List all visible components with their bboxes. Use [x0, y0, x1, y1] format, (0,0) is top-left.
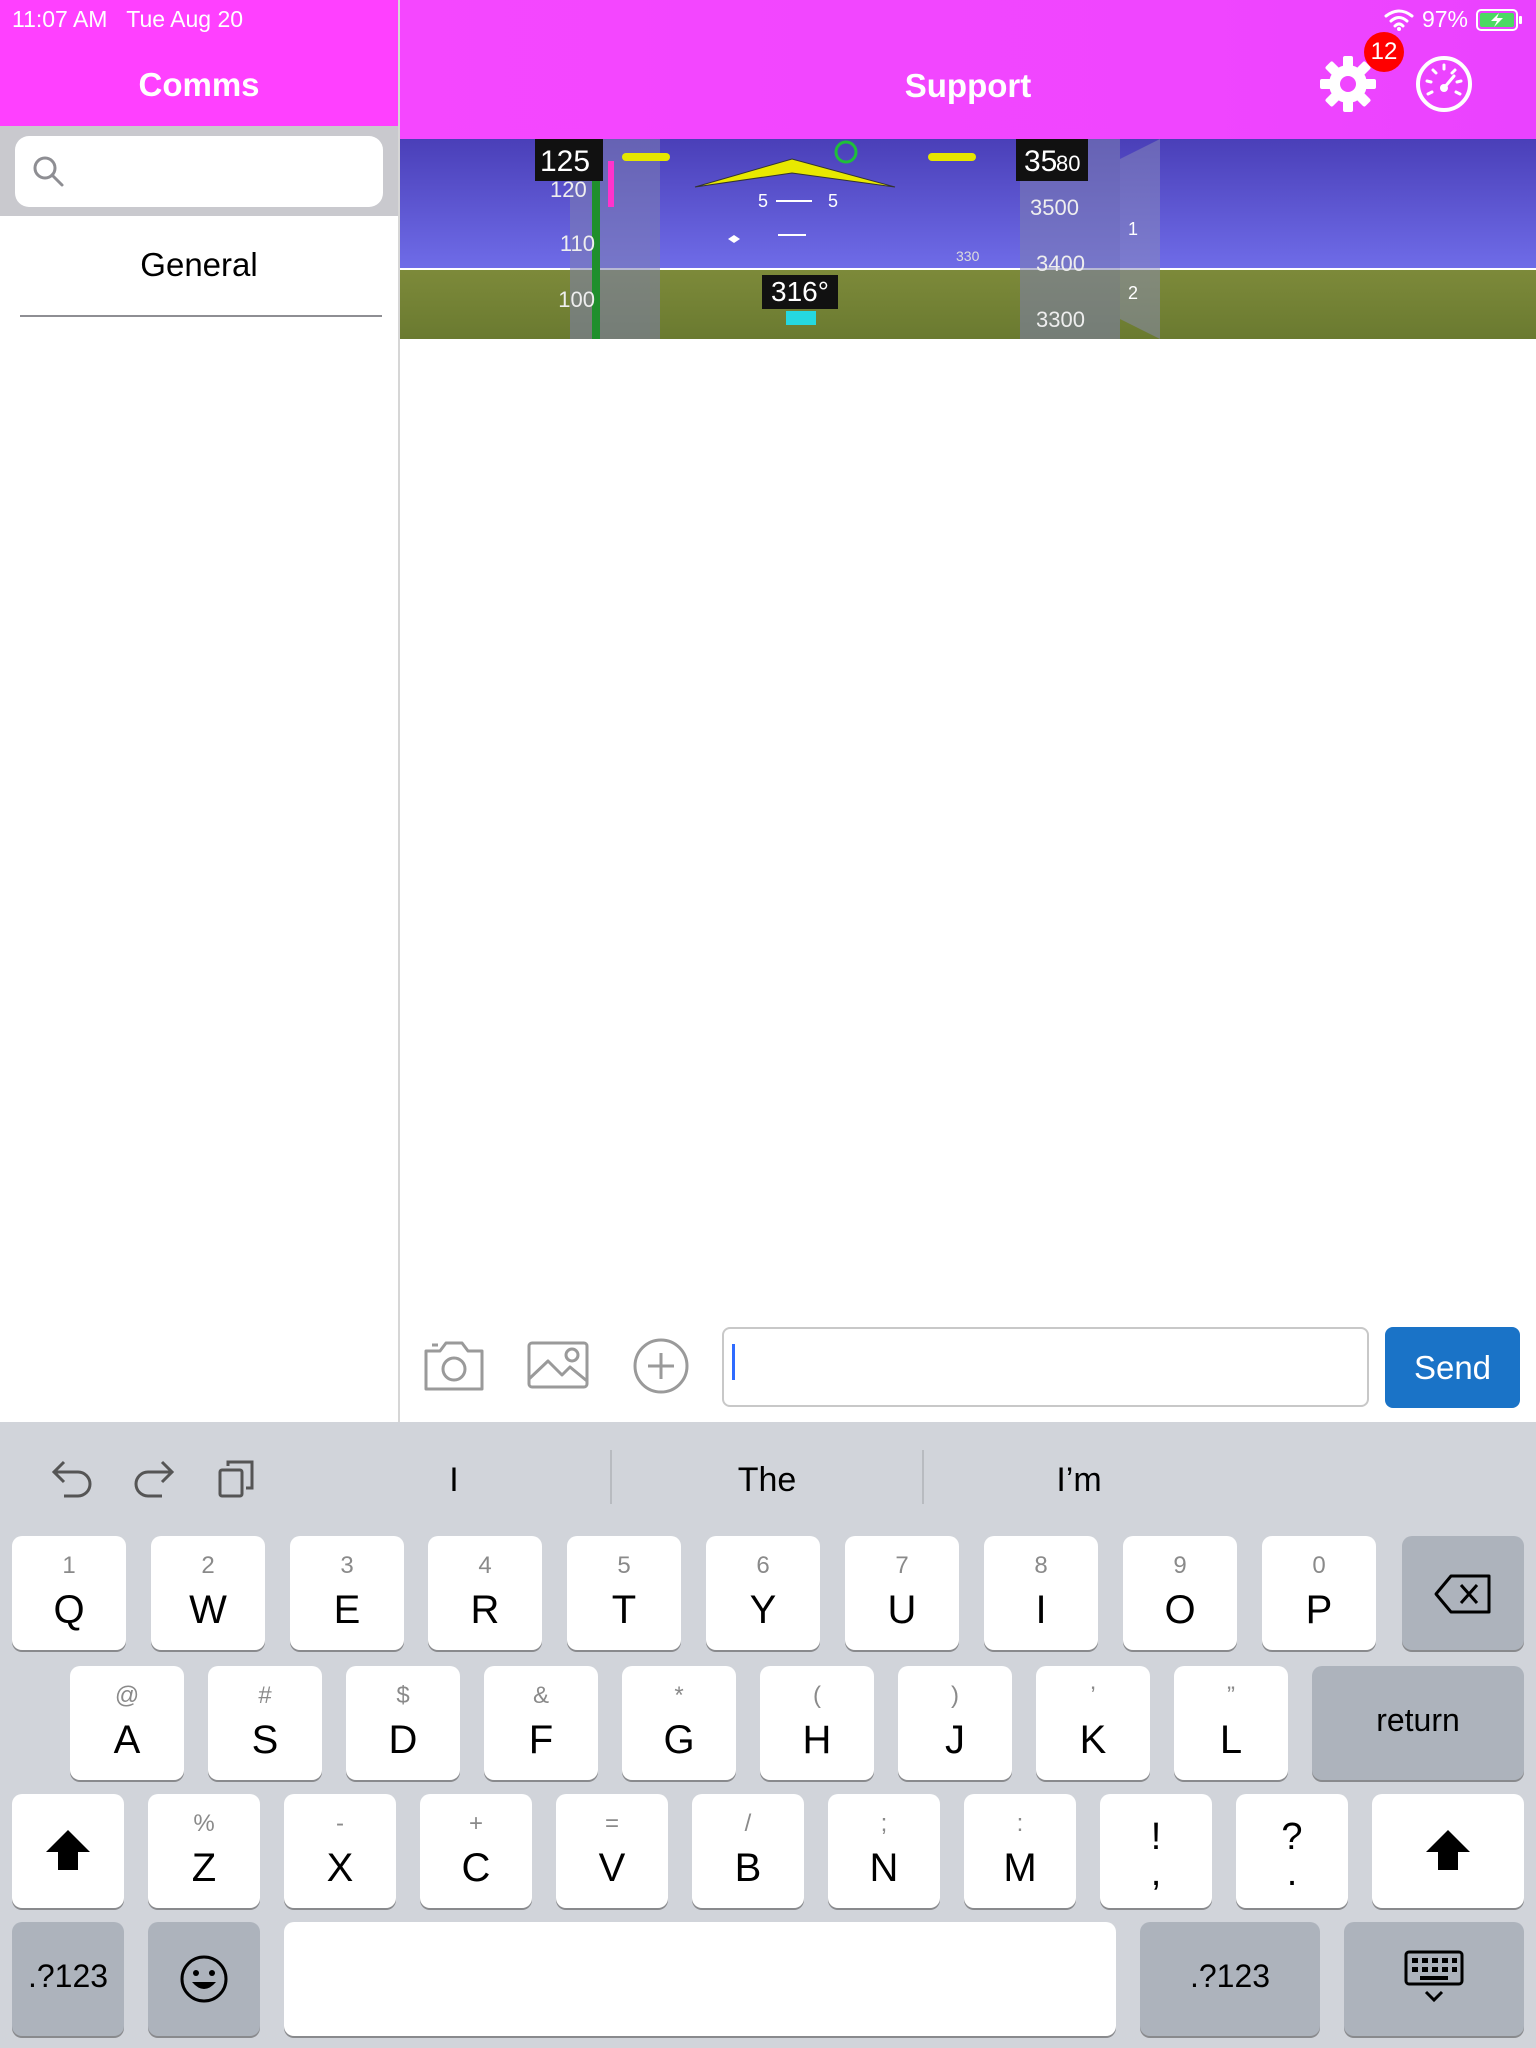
- delete-key[interactable]: [1402, 1536, 1524, 1650]
- channel-label: General: [140, 246, 258, 283]
- redo-icon[interactable]: [132, 1458, 180, 1498]
- key-e[interactable]: 3E: [290, 1536, 404, 1650]
- flight-display-video[interactable]: 125 120 110 100 5 5 316° 330 35 80 3500 …: [400, 139, 1536, 339]
- speed-tick-100: 100: [558, 287, 595, 312]
- prediction-bar: I The I’m: [0, 1422, 1536, 1538]
- key-v[interactable]: = V: [556, 1794, 668, 1908]
- key-q[interactable]: 1Q: [12, 1536, 126, 1650]
- search-input[interactable]: [77, 146, 367, 196]
- undo-icon[interactable]: [46, 1458, 94, 1498]
- space-bar[interactable]: [284, 1922, 1116, 2036]
- send-button[interactable]: Send: [1385, 1327, 1520, 1408]
- key-u[interactable]: 7U: [845, 1536, 959, 1650]
- add-circle-icon[interactable]: [632, 1337, 690, 1395]
- heading-readout: 316°: [771, 276, 829, 307]
- wifi-icon: [1384, 9, 1414, 31]
- key-question-period[interactable]: ?.: [1236, 1794, 1348, 1908]
- key-w[interactable]: 2W: [151, 1536, 265, 1650]
- keyboard-dismiss-icon: [1404, 1950, 1464, 2003]
- keyboard: I The I’m 1Q 2W 3E 4R 5T 6Y 7U 8I 9O 0P …: [0, 1422, 1536, 2048]
- pitch-mark-right: 5: [828, 191, 838, 211]
- altitude-tick-3500: 3500: [1030, 195, 1079, 220]
- app-window: 11:07 AM Tue Aug 20 Comms General 97% Su…: [0, 0, 1536, 2048]
- prediction-3[interactable]: I’m: [924, 1422, 1234, 1538]
- comms-title: Comms: [138, 66, 260, 103]
- key-t[interactable]: 5T: [567, 1536, 681, 1650]
- key-s[interactable]: # S: [208, 1666, 322, 1780]
- clipboard-icon[interactable]: [216, 1458, 258, 1500]
- status-time: 11:07 AM: [12, 6, 108, 32]
- heading-bug-value: 330: [956, 248, 980, 264]
- channel-item-general[interactable]: General: [0, 216, 398, 316]
- key-x[interactable]: -X: [284, 1794, 396, 1908]
- speed-tick-120: 120: [550, 177, 587, 202]
- message-input[interactable]: [722, 1327, 1369, 1407]
- comms-header: 11:07 AM Tue Aug 20 Comms: [0, 0, 398, 126]
- altitude-tick-3300: 3300: [1036, 307, 1085, 332]
- key-g[interactable]: * G: [622, 1666, 736, 1780]
- status-date: Tue Aug 20: [126, 6, 244, 32]
- support-header: 97% Support 12: [400, 0, 1536, 139]
- key-n[interactable]: ; N: [828, 1794, 940, 1908]
- altitude-major: 35: [1024, 145, 1057, 178]
- key-j[interactable]: ) J: [898, 1666, 1012, 1780]
- emoji-key[interactable]: [148, 1922, 260, 2036]
- shift-key-right[interactable]: [1372, 1794, 1524, 1908]
- speed-tick-110: 110: [560, 231, 595, 256]
- key-z[interactable]: % Z: [148, 1794, 260, 1908]
- camera-icon[interactable]: [422, 1337, 486, 1393]
- shift-icon: [1426, 1830, 1470, 1870]
- status-indicators: 97%: [1384, 6, 1524, 33]
- key-r[interactable]: 4R: [428, 1536, 542, 1650]
- vsi-mark-1: 1: [1128, 219, 1138, 239]
- delete-icon: [1434, 1574, 1491, 1614]
- battery-charging-icon: [1476, 8, 1522, 31]
- key-a[interactable]: @ A: [70, 1666, 184, 1780]
- vsi-mark-2: 2: [1128, 283, 1138, 303]
- search-bar: [0, 126, 398, 216]
- return-key[interactable]: return: [1312, 1666, 1524, 1780]
- prediction-2[interactable]: The: [612, 1422, 922, 1538]
- key-exclamation-comma[interactable]: !,: [1100, 1794, 1212, 1908]
- altitude-tick-3400: 3400: [1036, 251, 1085, 276]
- pitch-mark-left: 5: [758, 191, 768, 211]
- text-caret: [732, 1344, 735, 1380]
- search-field[interactable]: [15, 136, 383, 207]
- shift-icon: [46, 1830, 90, 1870]
- emoji-icon: [180, 1955, 228, 2003]
- message-list[interactable]: [400, 339, 1536, 1319]
- key-k[interactable]: ’ K: [1036, 1666, 1150, 1780]
- speed-current: 125: [540, 145, 590, 178]
- list-divider: [20, 315, 382, 317]
- key-h[interactable]: (H: [760, 1666, 874, 1780]
- shift-key-left[interactable]: [12, 1794, 124, 1908]
- key-o[interactable]: 9O: [1123, 1536, 1237, 1650]
- altitude-minor: 80: [1056, 151, 1080, 176]
- hide-keyboard-key[interactable]: [1344, 1922, 1524, 2036]
- key-c[interactable]: + C: [420, 1794, 532, 1908]
- notification-badge: 12: [1364, 32, 1404, 72]
- key-p[interactable]: 0P: [1262, 1536, 1376, 1650]
- key-i[interactable]: 8I: [984, 1536, 1098, 1650]
- status-time-date: 11:07 AM Tue Aug 20: [12, 6, 243, 33]
- battery-percent: 97%: [1421, 6, 1468, 32]
- numbers-key-left[interactable]: .?123: [12, 1922, 124, 2036]
- key-b[interactable]: / B: [692, 1794, 804, 1908]
- key-f[interactable]: & F: [484, 1666, 598, 1780]
- prediction-1[interactable]: I: [298, 1422, 610, 1538]
- search-icon: [33, 156, 64, 187]
- compose-bar: Send: [400, 1319, 1536, 1422]
- key-d[interactable]: $ D: [346, 1666, 460, 1780]
- photo-gallery-icon[interactable]: [526, 1337, 590, 1393]
- key-y[interactable]: 6Y: [706, 1536, 820, 1650]
- key-m[interactable]: :M: [964, 1794, 1076, 1908]
- gauge-icon[interactable]: [1414, 54, 1474, 114]
- numbers-key-right[interactable]: .?123: [1140, 1922, 1320, 2036]
- key-l[interactable]: ” L: [1174, 1666, 1288, 1780]
